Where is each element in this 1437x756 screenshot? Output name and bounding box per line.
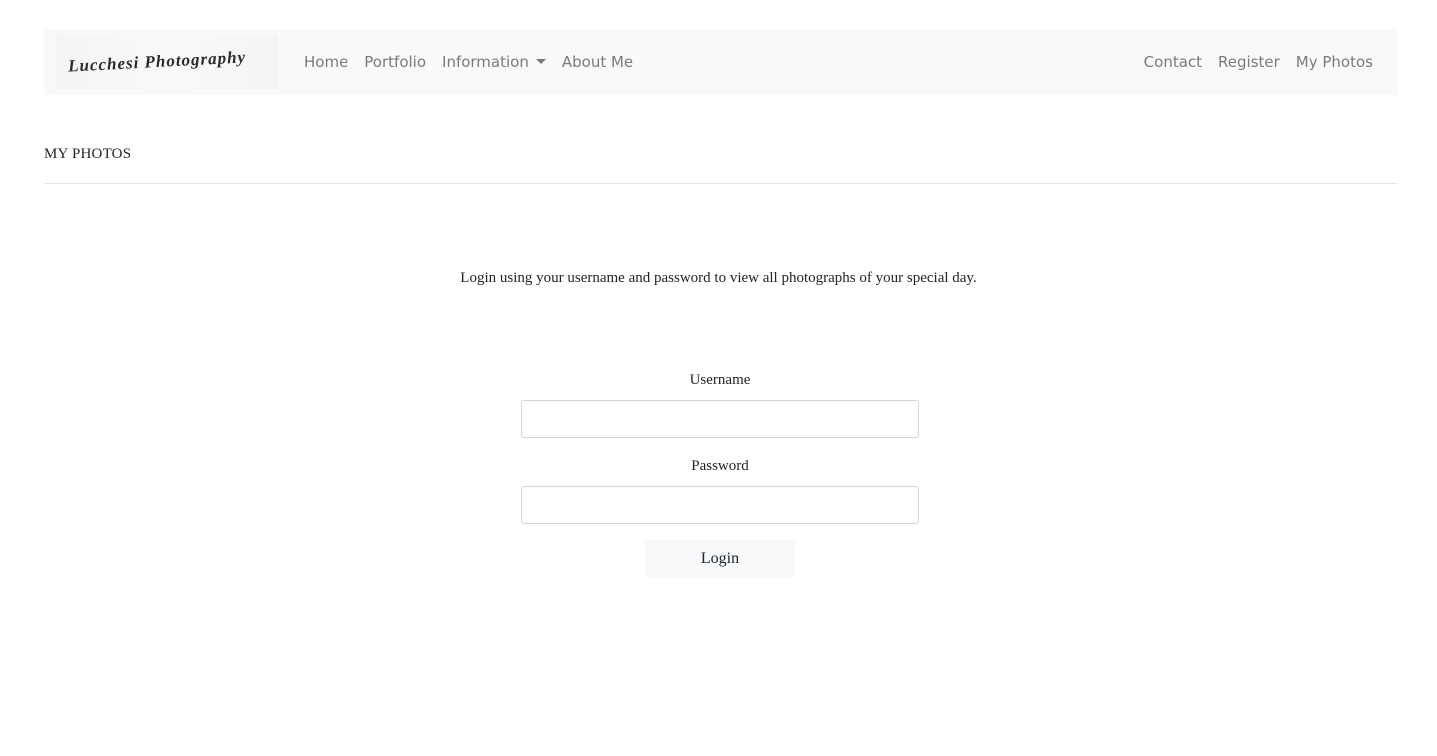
nav-link-my-photos[interactable]: My Photos (1288, 53, 1381, 71)
nav-link-label: Register (1218, 53, 1280, 71)
nav-link-about-me[interactable]: About Me (554, 53, 641, 71)
login-form: Username Password Login (521, 370, 919, 578)
username-input[interactable] (521, 400, 919, 438)
caret-down-icon (535, 58, 546, 64)
nav-right: Contact Register My Photos (1136, 53, 1381, 71)
nav-link-label: About Me (561, 53, 634, 71)
password-input[interactable] (521, 486, 919, 524)
page-title: MY PHOTOS (44, 146, 132, 162)
login-button[interactable]: Login (645, 540, 795, 578)
nav-link-label: Contact (1143, 53, 1203, 71)
nav-link-label: Information (442, 53, 529, 71)
nav-link-label: My Photos (1295, 53, 1373, 71)
navbar: Lucchesi Photography Home Portfolio Info… (44, 29, 1397, 95)
nav-link-contact[interactable]: Contact (1136, 53, 1210, 71)
nav-link-register[interactable]: Register (1210, 53, 1288, 71)
nav-link-home[interactable]: Home (296, 53, 356, 71)
nav-link-label: Portfolio (364, 53, 427, 71)
password-label: Password (691, 458, 749, 474)
intro-text: Login using your username and password t… (460, 270, 977, 286)
nav-link-label: Home (304, 53, 349, 71)
brand-logo: Lucchesi Photography (67, 47, 247, 76)
nav-dropdown-information[interactable]: Information (434, 53, 554, 71)
username-label: Username (689, 372, 751, 388)
brand-logo-link[interactable]: Lucchesi Photography (56, 35, 278, 89)
divider (44, 183, 1397, 184)
nav-link-portfolio[interactable]: Portfolio (356, 53, 434, 71)
nav-left: Home Portfolio Information About Me (296, 53, 641, 71)
